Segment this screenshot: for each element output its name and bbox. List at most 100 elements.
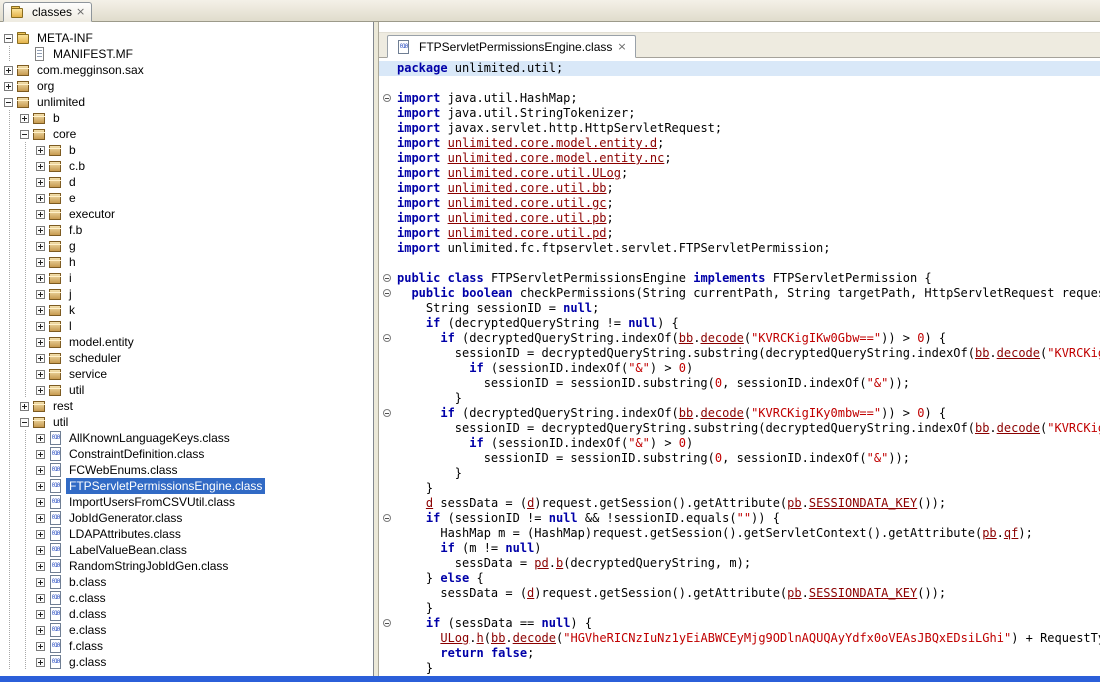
tree-item-com-megginson-sax[interactable]: com.megginson.sax (0, 62, 373, 78)
expand-icon[interactable] (36, 482, 45, 491)
expand-icon[interactable] (36, 530, 45, 539)
expand-icon[interactable] (36, 178, 45, 187)
fold-collapse-icon[interactable] (383, 619, 391, 627)
tree-item-meta-inf[interactable]: META-INF (0, 30, 373, 46)
expand-icon[interactable] (36, 354, 45, 363)
code-link[interactable]: unlimited.core.util.pb (448, 211, 607, 225)
tree-item-jobidgenerator-class[interactable]: JobIdGenerator.class (0, 510, 373, 526)
fold-collapse-icon[interactable] (383, 409, 391, 417)
code-link[interactable]: ULog (440, 631, 469, 645)
tree-item-unlimited[interactable]: unlimited (0, 94, 373, 110)
expand-icon[interactable] (36, 498, 45, 507)
code-link[interactable]: SESSIONDATA_KEY (809, 586, 917, 600)
tree-item-e-class[interactable]: e.class (0, 622, 373, 638)
code-link[interactable]: bb (679, 406, 693, 420)
expand-icon[interactable] (36, 642, 45, 651)
code-link[interactable]: h (477, 631, 484, 645)
tree-item-scheduler[interactable]: scheduler (0, 350, 373, 366)
expand-icon[interactable] (36, 578, 45, 587)
expand-icon[interactable] (36, 370, 45, 379)
expand-icon[interactable] (36, 322, 45, 331)
code-link[interactable]: pb (982, 526, 996, 540)
code-link[interactable]: pb (787, 586, 801, 600)
expand-icon[interactable] (36, 466, 45, 475)
close-icon[interactable]: × (76, 7, 85, 17)
tab-classes[interactable]: classes × (3, 2, 92, 22)
tree-item-util[interactable]: util (0, 382, 373, 398)
tree-item-constraintdefinition-class[interactable]: ConstraintDefinition.class (0, 446, 373, 462)
code-link[interactable]: decode (997, 421, 1040, 435)
collapse-icon[interactable] (4, 98, 13, 107)
code-link[interactable]: unlimited.core.util.pd (448, 226, 607, 240)
tree-item-f-b[interactable]: f.b (0, 222, 373, 238)
code-link[interactable]: decode (700, 406, 743, 420)
collapse-icon[interactable] (20, 418, 29, 427)
tree-item-fcwebenums-class[interactable]: FCWebEnums.class (0, 462, 373, 478)
fold-collapse-icon[interactable] (383, 514, 391, 522)
code-link[interactable]: bb (975, 346, 989, 360)
tree-item-d-class[interactable]: d.class (0, 606, 373, 622)
tree-item-h[interactable]: h (0, 254, 373, 270)
expand-icon[interactable] (36, 434, 45, 443)
code-link[interactable]: decode (997, 346, 1040, 360)
expand-icon[interactable] (36, 450, 45, 459)
tree-item-randomstringjobidgen-class[interactable]: RandomStringJobIdGen.class (0, 558, 373, 574)
fold-collapse-icon[interactable] (383, 334, 391, 342)
expand-icon[interactable] (36, 562, 45, 571)
tree-item-importusersfromcsvutil-class[interactable]: ImportUsersFromCSVUtil.class (0, 494, 373, 510)
expand-icon[interactable] (36, 226, 45, 235)
tree-item-core[interactable]: core (0, 126, 373, 142)
tree-item-i[interactable]: i (0, 270, 373, 286)
fold-collapse-icon[interactable] (383, 274, 391, 282)
tree-item-service[interactable]: service (0, 366, 373, 382)
expand-icon[interactable] (36, 338, 45, 347)
expand-icon[interactable] (36, 306, 45, 315)
code-link[interactable]: unlimited.core.model.entity.nc (448, 151, 665, 165)
expand-icon[interactable] (36, 290, 45, 299)
expand-icon[interactable] (36, 274, 45, 283)
code-link[interactable]: unlimited.core.util.bb (448, 181, 607, 195)
tree-item-c-b[interactable]: c.b (0, 158, 373, 174)
tab-ftpservletpermissionsengine-class[interactable]: FTPServletPermissionsEngine.class × (387, 35, 636, 58)
code-link[interactable]: unlimited.core.util.gc (448, 196, 607, 210)
collapse-icon[interactable] (20, 130, 29, 139)
tree-item-b-class[interactable]: b.class (0, 574, 373, 590)
expand-icon[interactable] (20, 114, 29, 123)
tree-item-g-class[interactable]: g.class (0, 654, 373, 670)
expand-icon[interactable] (36, 146, 45, 155)
code-link[interactable]: pb (787, 496, 801, 510)
tree-item-b[interactable]: b (0, 110, 373, 126)
tree-item-d[interactable]: d (0, 174, 373, 190)
code-link[interactable]: unlimited.core.model.entity.d (448, 136, 658, 150)
tree-item-util[interactable]: util (0, 414, 373, 430)
code-link[interactable]: qf (1004, 526, 1018, 540)
tree-item-labelvaluebean-class[interactable]: LabelValueBean.class (0, 542, 373, 558)
code-link[interactable]: decode (513, 631, 556, 645)
expand-icon[interactable] (36, 546, 45, 555)
code-link[interactable]: decode (700, 331, 743, 345)
tree-item-rest[interactable]: rest (0, 398, 373, 414)
fold-collapse-icon[interactable] (383, 94, 391, 102)
tree-item-b[interactable]: b (0, 142, 373, 158)
tree-item-executor[interactable]: executor (0, 206, 373, 222)
expand-icon[interactable] (36, 514, 45, 523)
tree-item-k[interactable]: k (0, 302, 373, 318)
collapse-icon[interactable] (4, 34, 13, 43)
code-link[interactable]: bb (975, 421, 989, 435)
expand-icon[interactable] (36, 258, 45, 267)
expand-icon[interactable] (36, 594, 45, 603)
expand-icon[interactable] (36, 626, 45, 635)
tree-item-allknownlanguagekeys-class[interactable]: AllKnownLanguageKeys.class (0, 430, 373, 446)
tree-item-ftpservletpermissionsengine-class[interactable]: FTPServletPermissionsEngine.class (0, 478, 373, 494)
expand-icon[interactable] (4, 66, 13, 75)
fold-collapse-icon[interactable] (383, 289, 391, 297)
code-link[interactable]: bb (679, 331, 693, 345)
tree-item-j[interactable]: j (0, 286, 373, 302)
tree-item-org[interactable]: org (0, 78, 373, 94)
expand-icon[interactable] (36, 610, 45, 619)
tree-item-f-class[interactable]: f.class (0, 638, 373, 654)
code-area[interactable]: package unlimited.util;import java.util.… (379, 58, 1100, 676)
expand-icon[interactable] (36, 194, 45, 203)
expand-icon[interactable] (36, 210, 45, 219)
tree-item-manifest-mf[interactable]: MANIFEST.MF (0, 46, 373, 62)
